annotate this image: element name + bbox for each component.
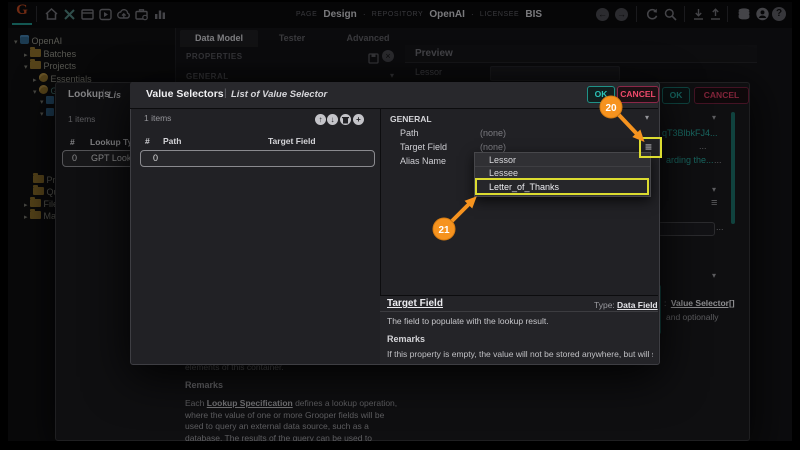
help-remarks-text: If this property is empty, the value wil…: [387, 349, 653, 362]
modal-general-title: GENERAL: [390, 114, 432, 124]
modal-items-count: 1 items: [144, 113, 171, 123]
add-button[interactable]: +: [353, 114, 364, 125]
modal-subtitle: List of Value Selector: [231, 89, 327, 100]
help-divider: [380, 311, 658, 312]
modal-column-hash[interactable]: #: [145, 136, 150, 146]
row-index: 0: [153, 153, 158, 163]
highlight-box-menu-icon: [639, 137, 662, 158]
path-property-value[interactable]: (none): [480, 128, 506, 138]
frame-left: [0, 0, 8, 450]
frame-top: [0, 0, 800, 2]
modal-title: Value Selectors: [146, 88, 224, 100]
dropdown-option-lessor[interactable]: Lessor: [475, 153, 650, 167]
alias-name-property-label: Alias Name: [400, 156, 446, 166]
help-type-label: Type:: [594, 300, 615, 310]
value-selector-row[interactable]: 0: [140, 150, 375, 167]
modal-cancel-button[interactable]: CANCEL: [617, 86, 659, 103]
help-title: Target Field: [387, 298, 443, 309]
data-field-type-link[interactable]: Data Field: [617, 300, 658, 310]
move-down-button[interactable]: ↓: [327, 114, 338, 125]
frame-right: [792, 0, 800, 450]
app-root: G PAGE Design · REPOSITORY OpenAI · LICE…: [0, 0, 800, 450]
help-description: The field to populate with the lookup re…: [387, 316, 549, 326]
help-remarks-title: Remarks: [387, 334, 425, 344]
modal-pane-divider: [380, 108, 381, 295]
modal-column-target-field[interactable]: Target Field: [268, 136, 316, 146]
target-field-property-value[interactable]: (none): [480, 142, 506, 152]
highlight-box-letter-of-thanks: [475, 178, 649, 195]
modal-ok-button[interactable]: OK: [587, 86, 615, 103]
modal-title-divider: |: [224, 88, 227, 99]
delete-button[interactable]: [340, 114, 351, 125]
move-up-button[interactable]: ↑: [315, 114, 326, 125]
modal-column-path[interactable]: Path: [163, 136, 181, 146]
target-field-property-label: Target Field: [400, 142, 447, 152]
path-property-label: Path: [400, 128, 419, 138]
frame-bottom: [0, 441, 800, 450]
chevron-down-icon[interactable]: ▾: [645, 113, 649, 122]
